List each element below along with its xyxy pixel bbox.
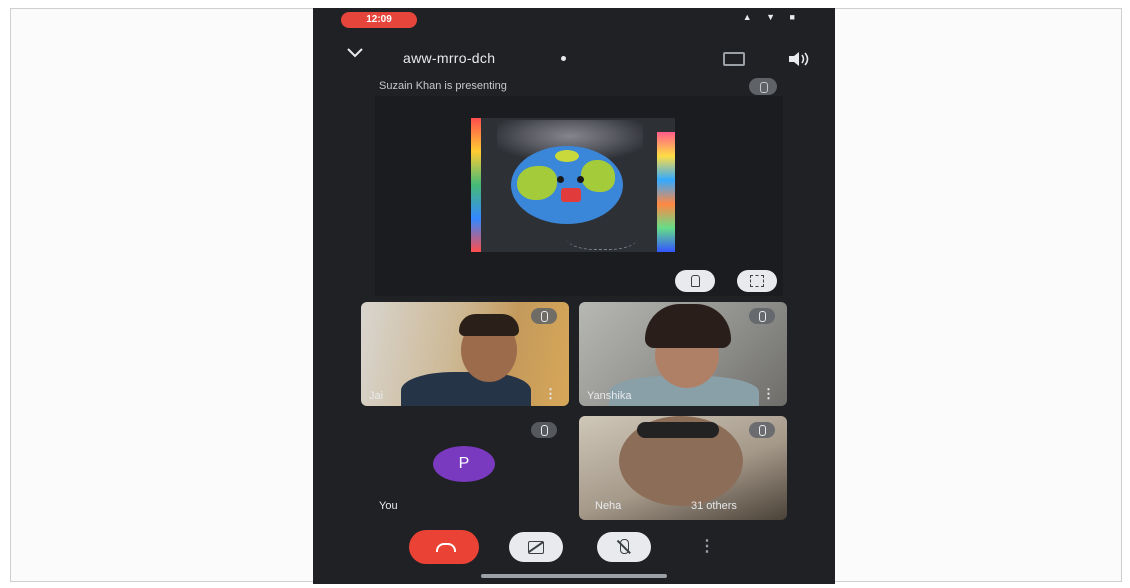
meeting-code[interactable]: aww-mrro-dch (403, 50, 495, 66)
shared-screen[interactable] (471, 118, 675, 252)
presenter-mic-icon (749, 78, 777, 95)
switch-camera-icon[interactable] (723, 52, 745, 66)
mic-off-button[interactable] (597, 532, 651, 562)
status-time: 12:09 (341, 12, 417, 28)
more-options-button[interactable]: ⋮ (697, 536, 717, 558)
screen-decoration (471, 118, 481, 252)
participant-name: You (379, 500, 398, 512)
status-icons: ▲ ▼ ■ (742, 12, 801, 22)
more-options-icon[interactable]: ⋮ (544, 386, 557, 402)
participant-tile-yanshika[interactable]: Yanshika ⋮ (579, 302, 787, 406)
meet-app-screen: 12:09 ▲ ▼ ■ aww-mrro-dch Suzain Khan is … (313, 8, 835, 584)
mic-off-icon (531, 422, 557, 438)
others-count[interactable]: 31 others (691, 500, 737, 512)
camera-off-button[interactable] (509, 532, 563, 562)
end-call-button[interactable] (409, 530, 479, 564)
participant-name: Yanshika (587, 390, 632, 402)
participant-tile-jai[interactable]: Jai ⋮ (361, 302, 569, 406)
more-options-icon[interactable]: ⋮ (762, 386, 775, 402)
screen-decoration (657, 132, 675, 252)
mic-off-icon (749, 308, 775, 324)
participant-name: Jai (369, 390, 384, 402)
participant-video (637, 422, 719, 438)
fullscreen-button[interactable] (737, 270, 777, 292)
meeting-info-caret-icon[interactable] (561, 56, 566, 61)
chevron-down-icon[interactable] (347, 48, 363, 60)
speaker-icon[interactable] (787, 50, 813, 68)
participant-video (401, 372, 531, 406)
presenting-text: Suzain Khan is presenting (379, 80, 507, 92)
participant-video (645, 304, 731, 348)
earth-drawing (511, 146, 623, 224)
participant-video (459, 314, 519, 336)
pin-button[interactable] (675, 270, 715, 292)
mic-off-icon (531, 308, 557, 324)
participant-name: Neha (595, 500, 622, 512)
home-indicator[interactable] (481, 574, 667, 578)
mic-off-icon (749, 422, 775, 438)
screen-handwriting (567, 222, 637, 250)
avatar: P (433, 446, 495, 482)
